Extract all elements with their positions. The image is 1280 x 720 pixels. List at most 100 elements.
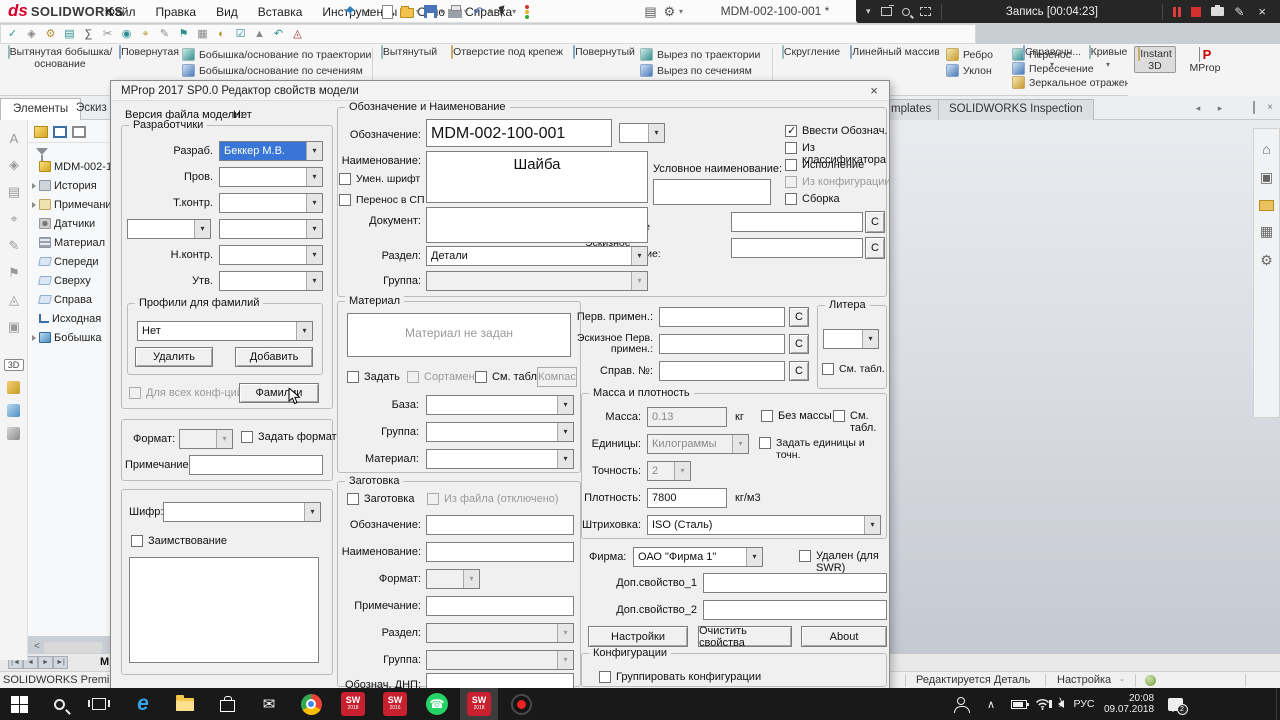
designation-input[interactable]: MDM-002-100-001 — [426, 119, 612, 147]
show-desktop-button[interactable] — [1276, 688, 1280, 720]
extra-property-1-input[interactable] — [703, 573, 887, 593]
from-file-checkbox[interactable]: Из файла (отключено) — [427, 493, 559, 505]
blank-name-input[interactable] — [426, 542, 574, 562]
norm-control-select[interactable] — [219, 245, 323, 265]
recorder-close-icon[interactable]: × — [1254, 4, 1270, 19]
blank-designation-input[interactable] — [426, 515, 574, 535]
dialog-titlebar[interactable]: MProp 2017 SP0.0 Редактор свойств модели… — [111, 81, 889, 101]
expand-arrow-icon[interactable] — [30, 182, 38, 190]
undo-icon[interactable]: ↶ — [470, 4, 487, 20]
status-configuration[interactable]: Настройка — [1057, 674, 1111, 686]
add-profile-button[interactable]: Добавить — [235, 347, 313, 367]
tab-solidworks-inspection[interactable]: SOLIDWORKS Inspection — [938, 99, 1094, 120]
sketch-first-application-c-button[interactable]: C — [789, 334, 809, 354]
blank-format-select[interactable] — [426, 569, 480, 589]
expand-arrow-icon[interactable] — [30, 334, 38, 342]
sketch-first-application-input[interactable] — [659, 334, 785, 354]
name-input[interactable]: Шайба — [426, 151, 648, 203]
select-pointer-icon[interactable] — [494, 4, 511, 20]
store-app-button[interactable] — [208, 688, 246, 720]
delete-profile-button[interactable]: Удалить — [135, 347, 213, 367]
save-caret-icon[interactable]: ▾ — [440, 7, 444, 16]
annotation-tool-icon[interactable]: ⚑ — [0, 265, 28, 281]
restore-window-icon[interactable] — [1246, 102, 1262, 115]
about-button[interactable]: About — [801, 626, 887, 647]
tree-item-top-plane[interactable]: Сверху — [28, 271, 111, 290]
dialog-close-icon[interactable]: × — [865, 83, 883, 99]
recorder-zoom-icon[interactable] — [902, 8, 910, 16]
material-sphere-icon[interactable] — [1145, 675, 1156, 686]
section-view-icon[interactable] — [7, 427, 20, 440]
blank-note-input[interactable] — [426, 596, 574, 616]
first-application-c-button[interactable]: C — [789, 307, 809, 327]
surnames-button[interactable]: Фамилии — [239, 383, 319, 403]
sketch-name-input[interactable] — [731, 238, 863, 258]
format-select[interactable] — [179, 429, 233, 449]
section-select[interactable]: Детали — [426, 246, 648, 266]
annotation-tool-icon[interactable]: ▤ — [0, 184, 28, 200]
reference-number-c-button[interactable]: C — [789, 361, 809, 381]
annotation-tool-icon[interactable]: ◈ — [0, 157, 28, 173]
appearances-pane-icon[interactable]: ▦ — [1254, 223, 1279, 240]
recorder-window-icon[interactable] — [881, 7, 892, 16]
home-pane-icon[interactable]: ⌂ — [1254, 141, 1279, 157]
appearance-icon[interactable] — [7, 381, 20, 394]
units-select[interactable]: Килограммы — [647, 434, 749, 454]
tray-people-button[interactable] — [948, 688, 974, 720]
ribbon-extruded-cut[interactable]: Вытянутый — [378, 47, 440, 59]
open-icon[interactable] — [398, 4, 415, 20]
tray-battery-button[interactable] — [1006, 688, 1032, 720]
tree-item-sensors[interactable]: Датчики — [28, 214, 111, 233]
set-units-checkbox[interactable]: Задать единицы и точн. — [759, 437, 889, 461]
litera-see-table-checkbox[interactable]: См. табл. — [822, 363, 885, 375]
3d-markup-icon[interactable]: 3D — [4, 359, 24, 371]
tray-clock-button[interactable]: 20:08 09.07.2018 — [1098, 688, 1160, 720]
material-group-select[interactable] — [426, 422, 574, 442]
annotation-tool-icon[interactable]: ⌖ — [0, 211, 28, 227]
annotate-pencil-icon[interactable]: ✎ — [1234, 5, 1244, 19]
ribbon-revolved-cut[interactable]: Повернутый — [572, 47, 636, 59]
ribbon-swept-cut[interactable]: Вырез по траектории — [640, 48, 760, 61]
ribbon-curves[interactable]: Кривые ▾ — [1086, 47, 1130, 70]
annotation-tool-icon[interactable]: A — [0, 131, 28, 146]
conditional-name-input[interactable] — [653, 179, 771, 205]
screenshot-camera-icon[interactable] — [1211, 7, 1224, 16]
toolstrip-icon[interactable]: ⌖ — [138, 26, 153, 42]
close-window-icon[interactable]: × — [1262, 102, 1278, 115]
toolstrip-icon[interactable]: ⚑ — [176, 26, 191, 42]
ribbon-mirror[interactable]: Зеркальное отражение — [1012, 76, 1142, 89]
checker-select[interactable] — [219, 167, 323, 187]
toolstrip-icon[interactable]: ☑ — [233, 26, 248, 42]
ribbon-hole-wizard[interactable]: Отверстие под крепеж — [444, 47, 570, 59]
material-see-table-checkbox[interactable]: См. табл. — [475, 371, 540, 383]
extra-person-select[interactable] — [219, 219, 323, 239]
part-tab-icon[interactable] — [34, 126, 48, 138]
ribbon-rib[interactable]: Ребро — [946, 48, 993, 61]
scroll-left-icon[interactable]: < — [34, 641, 40, 652]
configuration-tab-icon[interactable] — [72, 126, 86, 138]
tree-item-material[interactable]: Материал — [28, 233, 111, 252]
enter-designation-checkbox[interactable]: Ввести Обознач. — [785, 125, 888, 137]
first-application-input[interactable] — [659, 307, 785, 327]
profile-select[interactable]: Нет — [137, 321, 313, 341]
property-manager-tab-icon[interactable] — [53, 126, 67, 138]
last-tab-icon[interactable]: ►| — [53, 656, 68, 669]
options-caret-icon[interactable]: ▾ — [679, 7, 683, 16]
start-button[interactable] — [0, 688, 38, 720]
tray-language-button[interactable]: РУС — [1068, 688, 1100, 720]
blank-section-select[interactable] — [426, 623, 574, 643]
deleted-for-swr-checkbox[interactable]: Удален (для SWR) — [799, 550, 889, 574]
group-select[interactable] — [426, 271, 648, 291]
no-mass-checkbox[interactable]: Без массы — [761, 410, 832, 422]
tree-item-history[interactable]: История — [28, 176, 111, 195]
tree-item-origin[interactable]: Исходная — [28, 309, 111, 328]
open-caret-icon[interactable]: ▾ — [416, 7, 420, 16]
spellcheck-icon[interactable]: ✓ — [5, 26, 20, 42]
material-base-select[interactable] — [426, 395, 574, 415]
mass-see-table-checkbox[interactable]: См. табл. — [833, 410, 889, 434]
next-tab-icon[interactable]: ► — [38, 656, 53, 669]
save-icon[interactable] — [422, 4, 439, 20]
extra-property-2-input[interactable] — [703, 600, 887, 620]
sigma-icon[interactable]: ∑ — [81, 26, 96, 42]
task-view-button[interactable] — [80, 688, 118, 720]
